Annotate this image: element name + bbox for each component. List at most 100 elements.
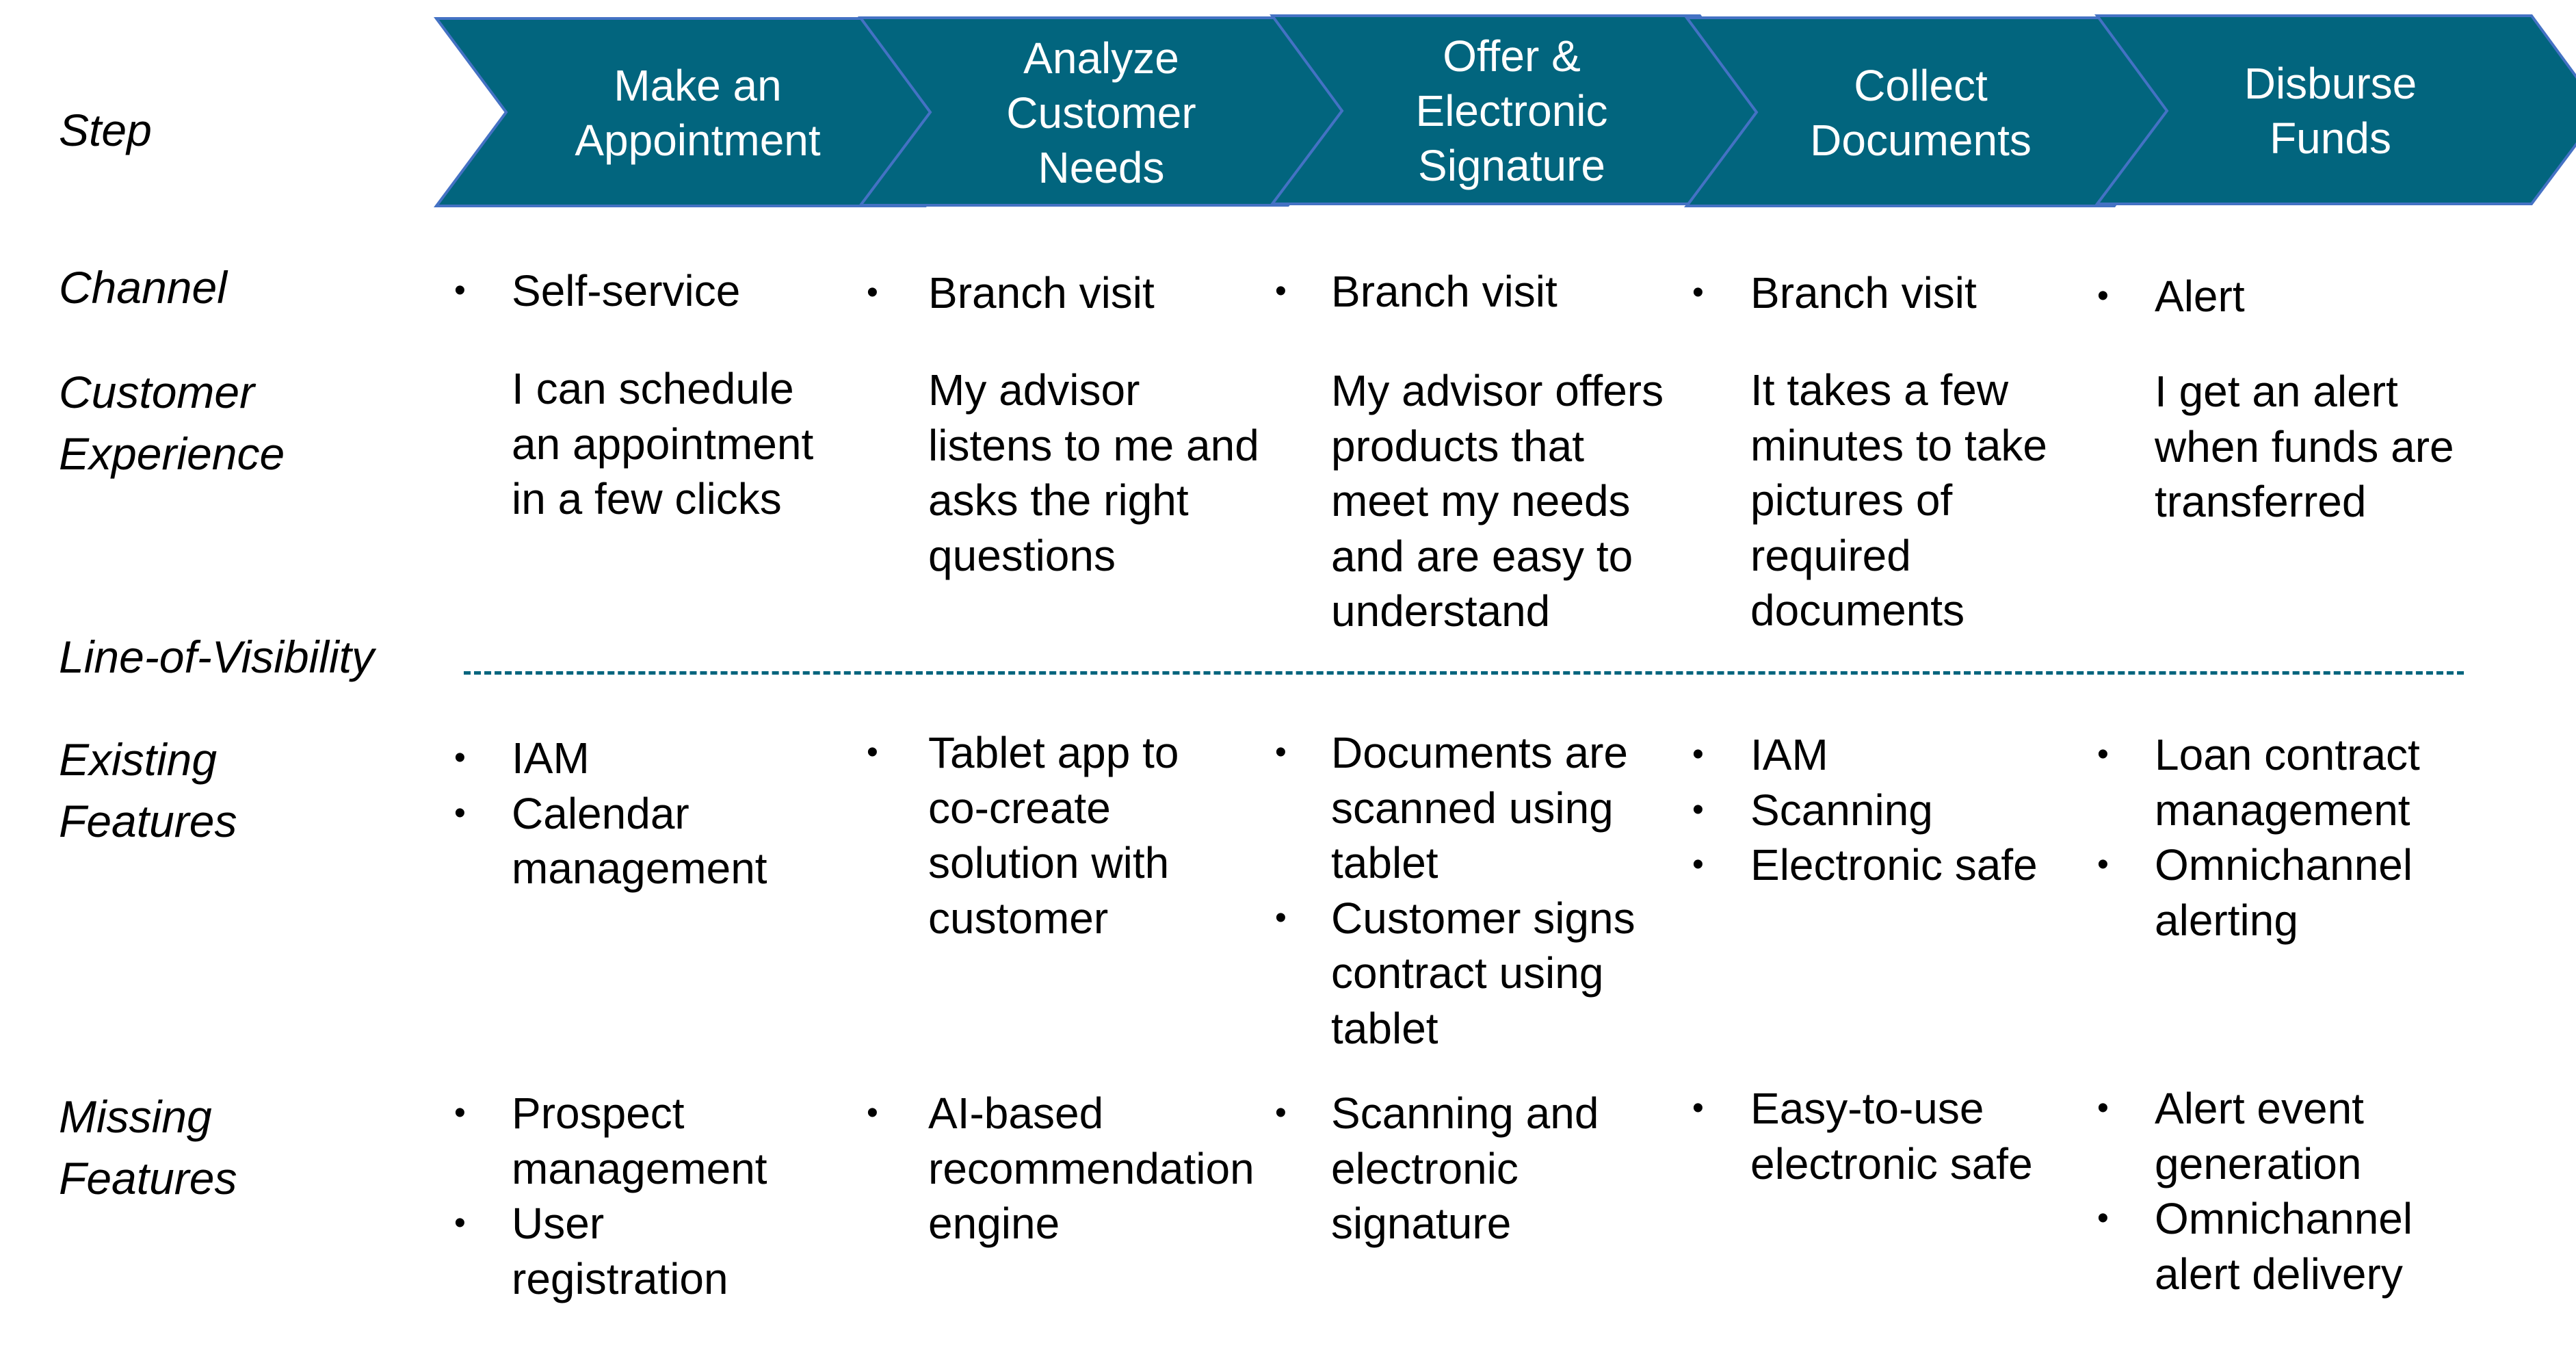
list-item-text: Alert event generation — [2155, 1084, 2364, 1188]
list-item-text: Branch visit — [928, 268, 1155, 317]
list-item: • Calendar management — [454, 786, 767, 896]
step-title-5: Disburse Funds — [2244, 59, 2417, 163]
row-label-customer-experience: Customer Experience — [59, 367, 285, 479]
missing-cell-3: • Scanning and electronic signature — [1275, 1086, 1599, 1251]
missing-list: • Scanning and electronic signature — [1275, 1086, 1599, 1251]
list-item-text: Documents are scanned using tablet — [1331, 728, 1628, 887]
existing-list: • Loan contract management • Omnichannel al… — [2097, 727, 2420, 948]
missing-cell-2: • AI-based recommendation engine — [867, 1086, 1254, 1251]
row-label-line-of-visibility: Line-of-Visibility — [59, 632, 374, 682]
list-item-text: Omnichannel alert delivery — [2155, 1194, 2413, 1299]
list-item: • Documents are scanned using tablet — [1275, 725, 1635, 891]
list-item-text: User registration — [512, 1199, 728, 1303]
channel-list: • Branch visit — [867, 265, 1155, 321]
experience-cell-5: I get an alert when funds are transferre… — [2155, 367, 2454, 526]
list-item-text: Omnichannel alerting — [2155, 840, 2413, 945]
missing-list: • Alert event generation • Omnichannel aler… — [2097, 1081, 2413, 1301]
existing-cell-3: • Documents are scanned using tablet • Cust… — [1275, 725, 1635, 1056]
bullet-icon: • — [2097, 1200, 2109, 1236]
experience-cell-1: I can schedule an appointment in a few c… — [512, 364, 814, 523]
step-title-1: Make an Appointment — [575, 61, 821, 165]
bullet-icon: • — [1275, 1095, 1287, 1131]
list-item: • Branch visit — [1692, 265, 1977, 321]
bullet-icon: • — [1275, 899, 1287, 936]
existing-list: • IAM • Scanning • Electronic safe — [1692, 727, 2038, 893]
list-item: • Branch visit — [1275, 264, 1558, 320]
missing-list: • Prospect management • User registration — [454, 1086, 767, 1306]
bullet-icon: • — [454, 272, 466, 309]
list-item: • Customer signs contract using tablet — [1275, 891, 1635, 1056]
bullet-icon: • — [1692, 736, 1704, 772]
list-item-text: Scanning — [1750, 785, 1933, 835]
bullet-icon: • — [454, 1095, 466, 1131]
list-item-text: AI-based recommendation engine — [928, 1089, 1254, 1248]
list-item-text: Electronic safe — [1750, 840, 2038, 889]
list-item-text: Alert — [2155, 272, 2245, 321]
list-item: • Alert — [2097, 269, 2245, 324]
list-item: • Alert event generation — [2097, 1081, 2413, 1191]
step-title-2: Analyze Customer Needs — [1006, 34, 1196, 192]
experience-cell-2: My advisor listens to me and asks the ri… — [928, 365, 1259, 580]
row-label-channel: Channel — [59, 262, 227, 313]
existing-cell-1: • IAM • Calendar management — [454, 731, 767, 896]
list-item: • Easy-to-use electronic safe — [1692, 1081, 2033, 1191]
bullet-icon: • — [867, 734, 878, 770]
missing-cell-5: • Alert event generation • Omnichannel aler… — [2097, 1081, 2413, 1301]
bullet-icon: • — [454, 740, 466, 776]
bullet-icon: • — [867, 274, 878, 311]
list-item: • Scanning — [1692, 783, 2038, 838]
list-item-text: Scanning and electronic signature — [1331, 1089, 1599, 1248]
experience-cell-4: It takes a few minutes to take pictures … — [1750, 365, 2047, 635]
list-item-text: Self-service — [512, 266, 741, 315]
list-item: • Electronic safe — [1692, 837, 2038, 893]
existing-list: • Documents are scanned using tablet • Cust… — [1275, 725, 1635, 1056]
channel-list: • Alert — [2097, 269, 2245, 324]
channel-cell-1: • Self-service — [454, 263, 741, 319]
step-title-3: Offer & Electronic Signature — [1415, 31, 1608, 190]
existing-list: • Tablet app to co-create solution with c… — [867, 725, 1179, 946]
existing-cell-2: • Tablet app to co-create solution with c… — [867, 725, 1179, 946]
missing-list: • AI-based recommendation engine — [867, 1086, 1254, 1251]
list-item-text: Branch visit — [1331, 267, 1558, 316]
experience-cell-3: My advisor offers products that meet my … — [1331, 366, 1664, 636]
list-item: • Prospect management — [454, 1086, 767, 1196]
bullet-icon: • — [454, 1205, 466, 1241]
bullet-icon: • — [867, 1095, 878, 1131]
list-item-text: IAM — [1750, 730, 1828, 779]
channel-cell-5: • Alert — [2097, 269, 2245, 324]
row-label-missing-features: Missing Features — [59, 1091, 237, 1204]
list-item: • IAM — [454, 731, 767, 786]
bullet-icon: • — [1692, 1090, 1704, 1126]
bullet-icon: • — [1692, 791, 1704, 828]
missing-list: • Easy-to-use electronic safe — [1692, 1081, 2033, 1191]
existing-list: • IAM • Calendar management — [454, 731, 767, 896]
list-item-text: Customer signs contract using tablet — [1331, 893, 1635, 1053]
bullet-icon: • — [2097, 1090, 2109, 1126]
list-item: • User registration — [454, 1196, 767, 1306]
channel-cell-4: • Branch visit — [1692, 265, 1977, 321]
list-item: • Loan contract management — [2097, 727, 2420, 837]
bullet-icon: • — [2097, 736, 2109, 772]
line-of-visibility — [464, 671, 2464, 675]
existing-cell-4: • IAM • Scanning • Electronic safe — [1692, 727, 2038, 893]
bullet-icon: • — [454, 794, 466, 831]
list-item: • Self-service — [454, 263, 741, 319]
channel-list: • Branch visit — [1692, 265, 1977, 321]
step-title-4: Collect Documents — [1810, 61, 2032, 165]
list-item-text: Tablet app to co-create solution with cu… — [928, 728, 1179, 943]
channel-cell-3: • Branch visit — [1275, 264, 1558, 320]
list-item: • AI-based recommendation engine — [867, 1086, 1254, 1251]
row-label-existing-features: Existing Features — [59, 734, 237, 846]
list-item: • Branch visit — [867, 265, 1155, 321]
list-item-text: Prospect management — [512, 1089, 767, 1193]
list-item: • Omnichannel alerting — [2097, 837, 2420, 948]
missing-cell-4: • Easy-to-use electronic safe — [1692, 1081, 2033, 1191]
missing-cell-1: • Prospect management • User registration — [454, 1086, 767, 1306]
list-item-text: Easy-to-use electronic safe — [1750, 1084, 2033, 1188]
bullet-icon: • — [1275, 734, 1287, 770]
channel-cell-2: • Branch visit — [867, 265, 1155, 321]
bullet-icon: • — [2097, 846, 2109, 883]
list-item-text: Branch visit — [1750, 268, 1977, 317]
list-item: • Tablet app to co-create solution with c… — [867, 725, 1179, 946]
list-item-text: Loan contract management — [2155, 730, 2420, 835]
